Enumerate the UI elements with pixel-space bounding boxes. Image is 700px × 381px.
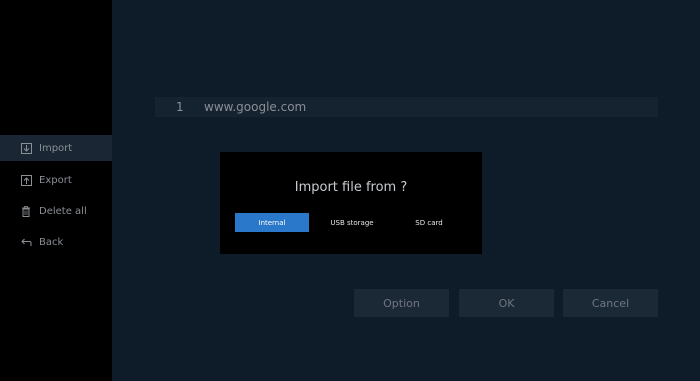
sidebar-item-label: Export — [39, 174, 72, 186]
sidebar: Import Export Delete all Back — [0, 0, 112, 381]
sidebar-item-label: Delete all — [39, 205, 87, 217]
import-dialog: Import file from ? Internal USB storage … — [220, 152, 482, 254]
sidebar-item-back[interactable]: Back — [0, 229, 112, 255]
list-item[interactable]: 1 www.google.com — [155, 97, 658, 117]
sidebar-item-label: Back — [39, 236, 64, 248]
ok-button[interactable]: OK — [459, 289, 554, 317]
cancel-button[interactable]: Cancel — [563, 289, 658, 317]
back-icon — [20, 238, 32, 247]
sidebar-item-label: Import — [39, 142, 73, 154]
list-item-index: 1 — [176, 100, 184, 114]
option-sd-card-button[interactable]: SD card — [394, 213, 464, 232]
list-item-url: www.google.com — [204, 100, 307, 114]
sidebar-item-delete-all[interactable]: Delete all — [0, 198, 112, 224]
import-icon — [20, 142, 32, 154]
option-usb-storage-button[interactable]: USB storage — [316, 213, 388, 232]
trash-icon — [20, 205, 32, 217]
dialog-title: Import file from ? — [294, 180, 408, 195]
option-internal-button[interactable]: Internal — [235, 213, 309, 232]
option-button[interactable]: Option — [354, 289, 449, 317]
sidebar-item-import[interactable]: Import — [0, 135, 112, 161]
export-icon — [20, 174, 32, 186]
sidebar-item-export[interactable]: Export — [0, 167, 112, 193]
